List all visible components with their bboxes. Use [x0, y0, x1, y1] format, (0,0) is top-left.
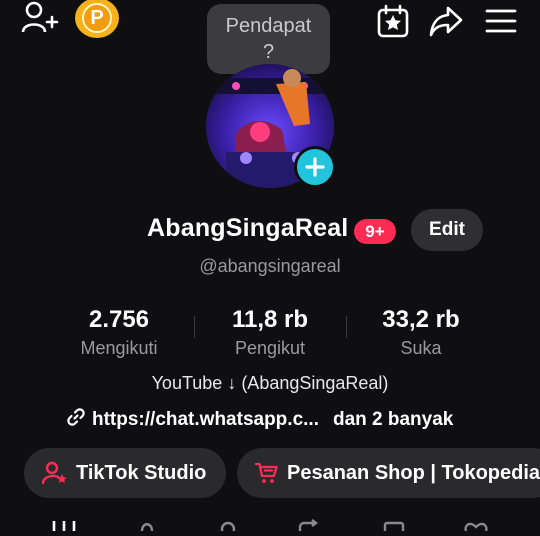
- stat-following[interactable]: 2.756 Mengikuti: [44, 306, 194, 359]
- tab-videos-grid-icon[interactable]: [52, 518, 76, 536]
- coin-letter: P: [82, 3, 112, 33]
- add-user-icon[interactable]: [20, 0, 60, 36]
- tiktok-studio-label: TikTok Studio: [76, 461, 207, 484]
- stat-likes-label: Suka: [400, 338, 442, 358]
- stat-followers[interactable]: 11,8 rb Pengikut: [195, 306, 345, 359]
- bio-link-url[interactable]: https://chat.whatsapp.c...: [92, 409, 319, 431]
- stat-followers-label: Pengikut: [234, 338, 306, 358]
- tab-favorites-icon[interactable]: [382, 518, 406, 536]
- stat-following-value: 2.756: [88, 306, 150, 333]
- notification-badge[interactable]: 9+: [354, 219, 396, 244]
- tooltip-line-2: ?: [262, 41, 275, 63]
- creator-star-icon: [42, 461, 68, 485]
- stat-followers-value: 11,8 rb: [231, 306, 309, 333]
- plus-icon: [305, 157, 325, 177]
- tooltip-line-1: Pendapat: [225, 15, 312, 37]
- calendar-star-icon[interactable]: [376, 4, 410, 38]
- bio-link[interactable]: https://chat.whatsapp.c... dan 2 banyak: [66, 407, 453, 433]
- bio-link-more[interactable]: dan 2 banyak: [333, 409, 453, 431]
- menu-icon[interactable]: [485, 6, 517, 36]
- tab-reposts-icon[interactable]: [296, 518, 322, 536]
- cart-icon: [255, 461, 279, 485]
- bio-text: YouTube ↓ (AbangSingaReal): [151, 373, 389, 393]
- shop-orders-button[interactable]: Pesanan Shop | Tokopedia: [237, 448, 540, 498]
- share-icon[interactable]: [428, 4, 464, 38]
- username: @abangsingareal: [199, 256, 341, 276]
- tab-shop-icon[interactable]: [137, 518, 157, 536]
- coin-icon[interactable]: P: [75, 0, 119, 38]
- edit-profile-button[interactable]: Edit: [411, 209, 483, 251]
- display-name: AbangSingaReal: [147, 214, 349, 242]
- link-icon: [66, 407, 86, 433]
- tab-liked-icon[interactable]: [462, 518, 490, 536]
- tab-private-icon[interactable]: [216, 518, 240, 536]
- stat-likes[interactable]: 33,2 rb Suka: [346, 306, 496, 359]
- stat-following-label: Mengikuti: [80, 338, 158, 358]
- shop-orders-label: Pesanan Shop | Tokopedia: [287, 461, 540, 484]
- tiktok-studio-button[interactable]: TikTok Studio: [24, 448, 226, 498]
- stat-likes-value: 33,2 rb: [382, 306, 460, 333]
- add-avatar-button[interactable]: [294, 146, 336, 188]
